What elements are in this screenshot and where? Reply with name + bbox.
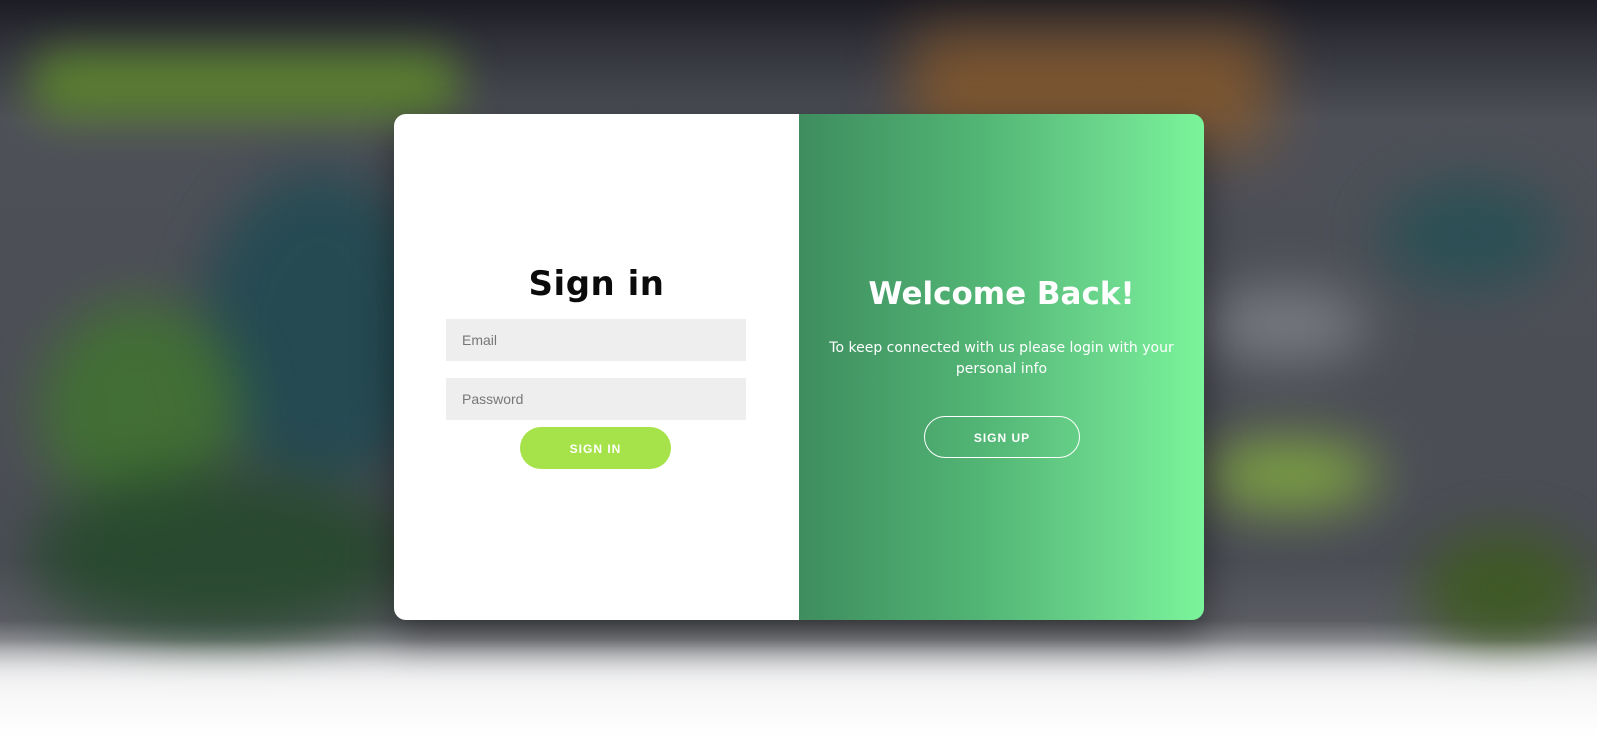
blurred-light-shape — [1200, 290, 1370, 360]
blurred-teal-shape-right — [1380, 180, 1560, 290]
blurred-olive-shape — [1420, 530, 1590, 650]
password-input[interactable] — [446, 378, 746, 420]
blurred-lime-shape — [1200, 440, 1380, 510]
welcome-message: To keep connected with us please login w… — [829, 340, 1174, 377]
signup-button[interactable]: SIGN UP — [924, 416, 1080, 458]
auth-card: Sign in SIGN IN Welcome Back! To keep co… — [394, 114, 1204, 620]
blurred-dark-green-shape — [30, 470, 410, 640]
page: Sign in SIGN IN Welcome Back! To keep co… — [0, 0, 1597, 738]
signin-title: Sign in — [528, 264, 665, 304]
email-input[interactable] — [446, 319, 746, 361]
blurred-header-shape — [30, 50, 460, 120]
bottom-fade — [0, 640, 1597, 738]
welcome-title: Welcome Back! — [868, 276, 1135, 312]
signin-button[interactable]: SIGN IN — [520, 427, 671, 469]
signin-panel: Sign in SIGN IN — [394, 114, 799, 620]
welcome-panel: Welcome Back! To keep connected with us … — [799, 114, 1204, 620]
